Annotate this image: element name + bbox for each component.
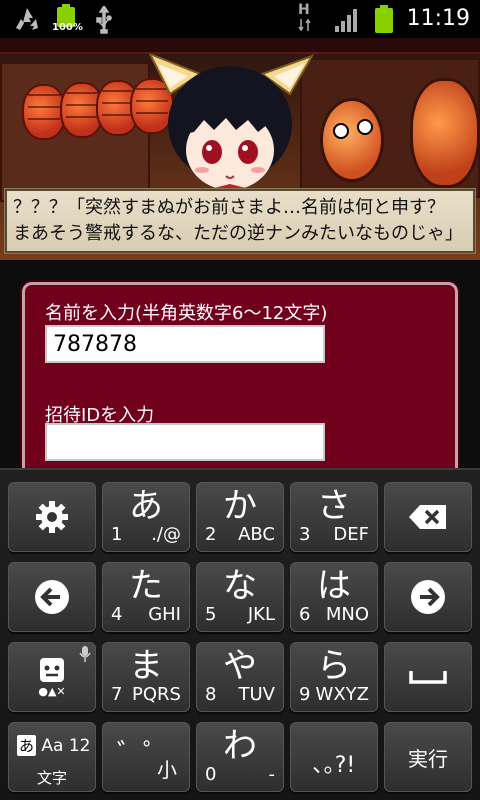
dakuten-small-key[interactable]: ゛゜ 小 <box>102 722 190 792</box>
backspace-icon <box>409 505 446 529</box>
recycle-icon <box>12 6 42 36</box>
arrow-left-icon <box>35 580 69 614</box>
clock: 11:19 <box>406 6 470 31</box>
network-type: H <box>298 2 312 32</box>
battery-small-icon: 100% <box>52 4 83 34</box>
story-banner: ？？？「突然すまぬがお前さまよ…名前は何と申す？ まあそう警戒するな、ただの逆ナ… <box>0 38 480 260</box>
cursor-right-key[interactable] <box>384 562 472 632</box>
emoji-icon <box>40 657 64 682</box>
cursor-left-key[interactable] <box>8 562 96 632</box>
japanese-keyboard: あ 1 ./@ か 2 ABC さ 3 DEF た 4 GHI な 5 JKL … <box>0 468 480 800</box>
arrow-right-icon <box>411 580 445 614</box>
key-ra[interactable]: ら 9 WXYZ <box>290 642 378 712</box>
name-label: 名前を入力(半角英数字6～12文字) <box>45 303 328 324</box>
key-sa[interactable]: さ 3 DEF <box>290 482 378 552</box>
ghost-lantern <box>320 98 384 182</box>
key-wa[interactable]: わ 0 - <box>196 722 284 792</box>
big-lantern <box>410 78 480 188</box>
input-mode-key[interactable]: あ Aa 12 文字 <box>8 722 96 792</box>
form-area: 名前を入力(半角英数字6～12文字) 787878 招待IDを入力 <box>0 260 480 482</box>
space-key[interactable] <box>384 642 472 712</box>
name-input[interactable]: 787878 <box>45 325 325 363</box>
key-ya[interactable]: や 8 TUV <box>196 642 284 712</box>
signal-icon <box>334 8 360 36</box>
battery-icon <box>374 5 394 37</box>
status-bar: 100% H 11:19 <box>0 0 480 38</box>
invite-id-input[interactable] <box>45 423 325 461</box>
usb-icon <box>94 4 114 38</box>
key-na[interactable]: な 5 JKL <box>196 562 284 632</box>
dialog-box: ？？？「突然すまぬがお前さまよ…名前は何と申す？ まあそう警戒するな、ただの逆ナ… <box>4 188 476 254</box>
dialog-line-1: ？？？「突然すまぬがお前さまよ…名前は何と申す？ <box>13 197 445 218</box>
backspace-key[interactable] <box>384 482 472 552</box>
punctuation-key[interactable]: ､｡?! <box>290 722 378 792</box>
gear-icon <box>36 501 68 533</box>
emoji-key[interactable]: ●▲✕ <box>8 642 96 712</box>
banner-top-strip <box>0 38 480 54</box>
key-ka[interactable]: か 2 ABC <box>196 482 284 552</box>
dialog-line-2: まあそう警戒するな、ただの逆ナンみたいなものじゃ」 <box>13 223 463 244</box>
battery-percent: 100% <box>52 22 83 33</box>
enter-key[interactable]: 実行 <box>384 722 472 792</box>
key-a[interactable]: あ 1 ./@ <box>102 482 190 552</box>
key-ta[interactable]: た 4 GHI <box>102 562 190 632</box>
space-icon <box>409 671 447 684</box>
key-ha[interactable]: は 6 MNO <box>290 562 378 632</box>
registration-panel: 名前を入力(半角英数字6～12文字) 787878 招待IDを入力 <box>22 282 458 482</box>
key-ma[interactable]: ま 7 PQRS <box>102 642 190 712</box>
settings-key[interactable] <box>8 482 96 552</box>
